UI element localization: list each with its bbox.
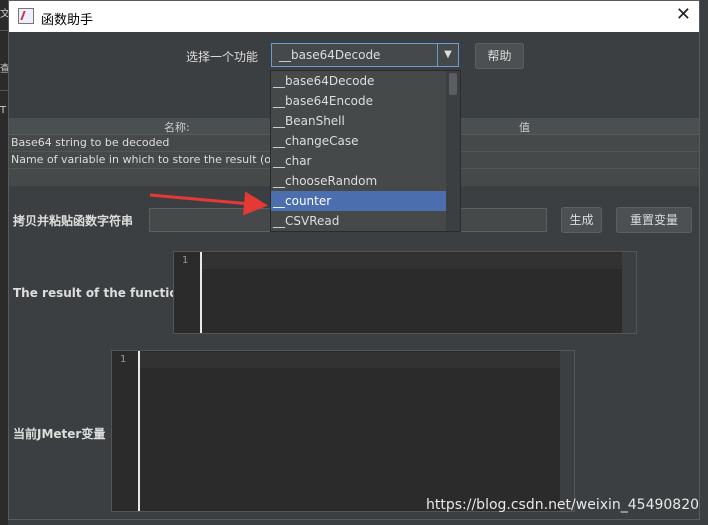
- red-arrow-icon: [149, 191, 268, 216]
- watermark: https://blog.csdn.net/weixin_45490820: [426, 497, 700, 513]
- arrow-annotation: [149, 191, 268, 216]
